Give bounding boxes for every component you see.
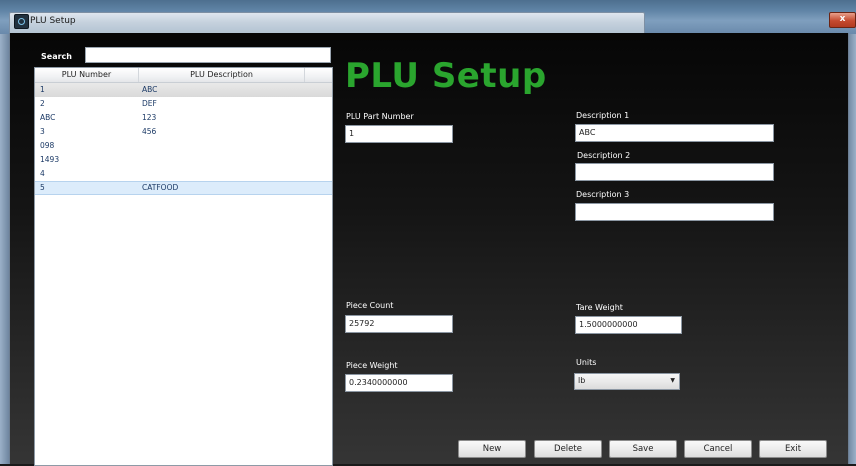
list-item[interactable]: 2 DEF [35, 97, 332, 111]
plu-description-cell: 456 [142, 127, 157, 136]
plu-number-cell: ABC [40, 113, 56, 122]
description-2-label: Description 2 [577, 151, 631, 160]
list-header: PLU Number PLU Description [35, 68, 332, 83]
plu-number-cell: 2 [40, 99, 45, 108]
plu-description-cell: CATFOOD [142, 183, 179, 192]
list-item[interactable]: 1493 [35, 153, 332, 167]
plu-number-cell: 098 [40, 141, 55, 150]
app-icon [14, 14, 29, 29]
plu-list[interactable]: PLU Number PLU Description 1 ABC 2 DEF A… [34, 67, 333, 466]
description-1-field[interactable]: ABC [575, 124, 774, 142]
cancel-button[interactable]: Cancel [684, 440, 752, 458]
window-left-border [0, 34, 9, 464]
exit-button[interactable]: Exit [759, 440, 827, 458]
tare-weight-field[interactable]: 1.5000000000 [575, 316, 682, 334]
description-1-label: Description 1 [576, 111, 630, 120]
units-selected-value: lb [578, 376, 586, 385]
list-item[interactable]: 3 456 [35, 125, 332, 139]
plu-number-cell: 1493 [40, 155, 60, 164]
piece-weight-label: Piece Weight [346, 361, 398, 370]
search-input[interactable] [85, 47, 331, 63]
plu-description-cell: DEF [142, 99, 157, 108]
list-item[interactable]: 4 [35, 167, 332, 181]
plu-number-cell: 3 [40, 127, 45, 136]
list-item[interactable]: 098 [35, 139, 332, 153]
window-title-tab [9, 12, 645, 33]
units-select[interactable]: lb ▼ [574, 373, 680, 390]
window-title: PLU Setup [30, 16, 76, 26]
delete-button[interactable]: Delete [534, 440, 602, 458]
units-label: Units [576, 358, 597, 367]
plu-number-cell: 4 [40, 169, 45, 178]
column-header-plu-number[interactable]: PLU Number [35, 69, 138, 81]
list-item[interactable]: ABC 123 [35, 111, 332, 125]
plu-part-number-label: PLU Part Number [346, 112, 414, 121]
piece-count-label: Piece Count [346, 301, 394, 310]
description-3-label: Description 3 [576, 190, 630, 199]
window-right-border [848, 34, 856, 464]
page-title: PLU Setup [345, 56, 547, 96]
plu-part-number-field[interactable]: 1 [345, 125, 453, 143]
plu-description-cell: 123 [142, 113, 157, 122]
piece-weight-field[interactable]: 0.2340000000 [345, 374, 453, 392]
description-3-field[interactable] [575, 203, 774, 221]
list-item[interactable]: 1 ABC [35, 83, 332, 97]
tare-weight-label: Tare Weight [576, 303, 623, 312]
column-header-plu-description[interactable]: PLU Description [139, 69, 304, 81]
description-2-field[interactable] [575, 163, 774, 181]
column-divider[interactable] [304, 68, 305, 82]
save-button[interactable]: Save [609, 440, 677, 458]
plu-number-cell: 5 [40, 183, 45, 192]
plu-description-cell: ABC [142, 85, 158, 94]
plu-number-cell: 1 [40, 85, 45, 94]
new-button[interactable]: New [458, 440, 526, 458]
piece-count-field[interactable]: 25792 [345, 315, 453, 333]
close-button[interactable]: x [829, 12, 856, 28]
search-label: Search [41, 52, 72, 61]
chevron-down-icon: ▼ [670, 377, 675, 384]
list-item[interactable]: 5 CATFOOD [35, 181, 332, 195]
